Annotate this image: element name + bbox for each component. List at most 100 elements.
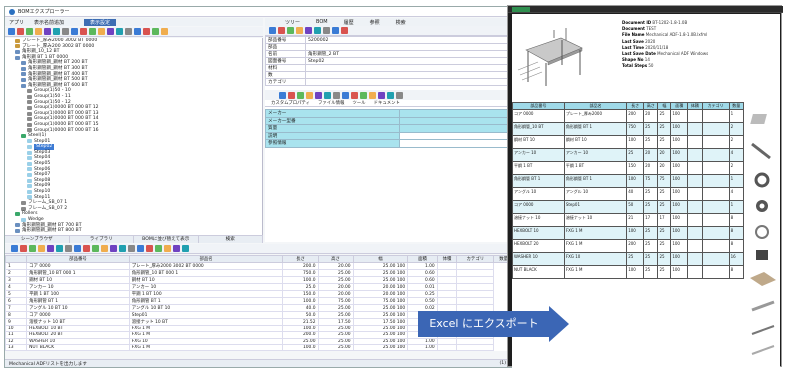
excel-tab[interactable]	[512, 7, 530, 12]
toolbar-icon[interactable]	[35, 28, 42, 35]
left-tab-3[interactable]: 検索	[199, 236, 263, 243]
bom-col-3[interactable]: 長さ	[282, 255, 319, 263]
toolbar-icon[interactable]	[152, 28, 159, 35]
toolbar-icon[interactable]	[324, 91, 331, 99]
toolbar-icon[interactable]	[161, 28, 168, 35]
property-value[interactable]	[305, 78, 514, 86]
toolbar-icon[interactable]	[107, 28, 114, 35]
toolbar-icon[interactable]	[20, 245, 27, 252]
right-menu-item-1[interactable]: BOM	[316, 19, 328, 25]
toolbar-icon[interactable]	[137, 245, 144, 252]
toolbar-icon[interactable]	[315, 91, 322, 99]
table-row[interactable]: 1 コア 0000 プレート_厚み2000 3002 BT 0000 200.0 20.…	[4, 262, 514, 270]
toolbar-icon[interactable]	[71, 28, 78, 35]
toolbar-icon[interactable]	[56, 245, 63, 252]
toolbar-icon[interactable]	[53, 28, 60, 35]
toolbar-icon[interactable]	[83, 245, 90, 252]
menu-item-1[interactable]: 表示名前追加	[34, 19, 64, 26]
menu-item-0[interactable]: アプリ	[9, 19, 24, 26]
toolbar-icon[interactable]	[101, 245, 108, 252]
table-row[interactable]: 4 アンカー 10 アンカー 10 25.0 20.00 20.00 100 0.01	[4, 283, 514, 291]
toolbar-icon[interactable]	[110, 245, 117, 252]
toolbar-icon[interactable]	[128, 245, 135, 252]
subtab-3[interactable]: ドキュメント	[374, 100, 400, 106]
toolbar-icon[interactable]	[155, 245, 162, 252]
table-row[interactable]: 2 角形鋼管_10 BT 000 1 角形鋼管_10 BT 000 1 750.0 25…	[4, 269, 514, 277]
toolbar-icon[interactable]	[134, 28, 141, 35]
bom-col-6[interactable]: 面積	[407, 255, 438, 263]
property-value[interactable]: Step02	[305, 57, 514, 65]
toolbar-icon[interactable]	[333, 91, 340, 99]
tree-node[interactable]: 角形鋼管鋼_鋼材 BT 800 BT	[5, 228, 262, 234]
bom-col-1[interactable]: 部品番号	[26, 255, 130, 263]
toolbar-icon[interactable]	[323, 27, 330, 34]
custom-prop-value[interactable]	[398, 124, 515, 133]
toolbar-icon[interactable]	[378, 91, 385, 99]
toolbar-icon[interactable]	[8, 28, 15, 35]
toolbar-icon[interactable]	[125, 28, 132, 35]
toolbar-icon[interactable]	[332, 27, 339, 34]
toolbar-icon[interactable]	[306, 91, 313, 99]
toolbar-icon[interactable]	[38, 245, 45, 252]
toolbar-icon[interactable]	[98, 28, 105, 35]
toolbar-icon[interactable]	[62, 28, 69, 35]
toolbar-icon[interactable]	[342, 91, 349, 99]
toolbar-icon[interactable]	[296, 27, 303, 34]
left-tab-2[interactable]: BOMに並び替えて表示	[134, 236, 199, 243]
bom-col-8[interactable]: カテゴリ	[456, 255, 495, 263]
right-menu-item-3[interactable]: 参照	[370, 19, 380, 26]
custom-prop-value[interactable]	[398, 131, 515, 140]
toolbar-icon[interactable]	[278, 27, 285, 34]
left-tab-0[interactable]: シーンブラウザ	[5, 236, 70, 243]
bom-col-2[interactable]: 部品名	[128, 255, 284, 263]
custom-prop-value[interactable]	[398, 139, 515, 148]
toolbar-icon[interactable]	[89, 28, 96, 35]
toolbar-icon[interactable]	[369, 91, 376, 99]
right-menu-item-2[interactable]: 履歴	[344, 19, 354, 26]
subtab-2[interactable]: ツール	[352, 100, 365, 106]
property-value[interactable]	[305, 64, 514, 72]
toolbar-icon[interactable]	[387, 91, 394, 99]
toolbar-icon[interactable]	[279, 91, 286, 99]
toolbar-icon[interactable]	[305, 27, 312, 34]
toolbar-icon[interactable]	[11, 245, 18, 252]
toolbar-icon[interactable]	[80, 28, 87, 35]
toolbar-icon[interactable]	[396, 91, 403, 99]
property-value[interactable]: 角形鋼管_2 BT	[305, 50, 514, 58]
assembly-tree[interactable]: プレート_厚み2000 3002 BT 0000 プレート_厚み200 3002 …	[5, 38, 263, 235]
custom-prop-value[interactable]	[398, 116, 515, 125]
custom-prop-value[interactable]	[398, 109, 515, 118]
property-value[interactable]: 5200002	[305, 36, 514, 44]
toolbar-icon[interactable]	[173, 245, 180, 252]
left-tab-1[interactable]: ライブラリ	[70, 236, 134, 243]
subtab-0[interactable]: カスタムプロパティ	[271, 100, 310, 106]
table-row[interactable]: 13 NUT BLACK FXG 1 M 100.0 25.00 25.00 100 1.0…	[4, 343, 514, 352]
toolbar-icon[interactable]	[182, 245, 189, 252]
toolbar-icon[interactable]	[17, 28, 24, 35]
toolbar-icon[interactable]	[74, 245, 81, 252]
right-menu-item-0[interactable]: ツリー	[285, 19, 300, 26]
toolbar-icon[interactable]	[287, 27, 294, 34]
toolbar-icon[interactable]	[314, 27, 321, 34]
toolbar-icon[interactable]	[288, 91, 295, 99]
toolbar-icon[interactable]	[341, 27, 348, 34]
bom-col-4[interactable]: 高さ	[317, 255, 354, 263]
toolbar-icon[interactable]	[119, 245, 126, 252]
toolbar-icon[interactable]	[44, 28, 51, 35]
toolbar-icon[interactable]	[269, 27, 276, 34]
toolbar-icon[interactable]	[143, 28, 150, 35]
toolbar-icon[interactable]	[146, 245, 153, 252]
toolbar-icon[interactable]	[116, 28, 123, 35]
toolbar-icon[interactable]	[297, 91, 304, 99]
toolbar-icon[interactable]	[29, 245, 36, 252]
toolbar-icon[interactable]	[164, 245, 171, 252]
toolbar-icon[interactable]	[351, 91, 358, 99]
table-row[interactable]: 6 角形鋼管 BT 1 角形鋼管 BT 1 100.0 75.00 75.00 100 0.…	[4, 297, 514, 305]
table-row[interactable]: 3 鋼材 BT 10 鋼材 BT 10 100.0 25.00 25.00 100 0.60	[4, 276, 514, 284]
property-value[interactable]	[305, 71, 514, 79]
toolbar-icon[interactable]	[26, 28, 33, 35]
menu-item-3[interactable]: 表示設定	[84, 18, 117, 26]
toolbar-icon[interactable]	[92, 245, 99, 252]
property-value[interactable]	[305, 43, 514, 51]
bom-col-5[interactable]: 幅	[352, 255, 409, 263]
